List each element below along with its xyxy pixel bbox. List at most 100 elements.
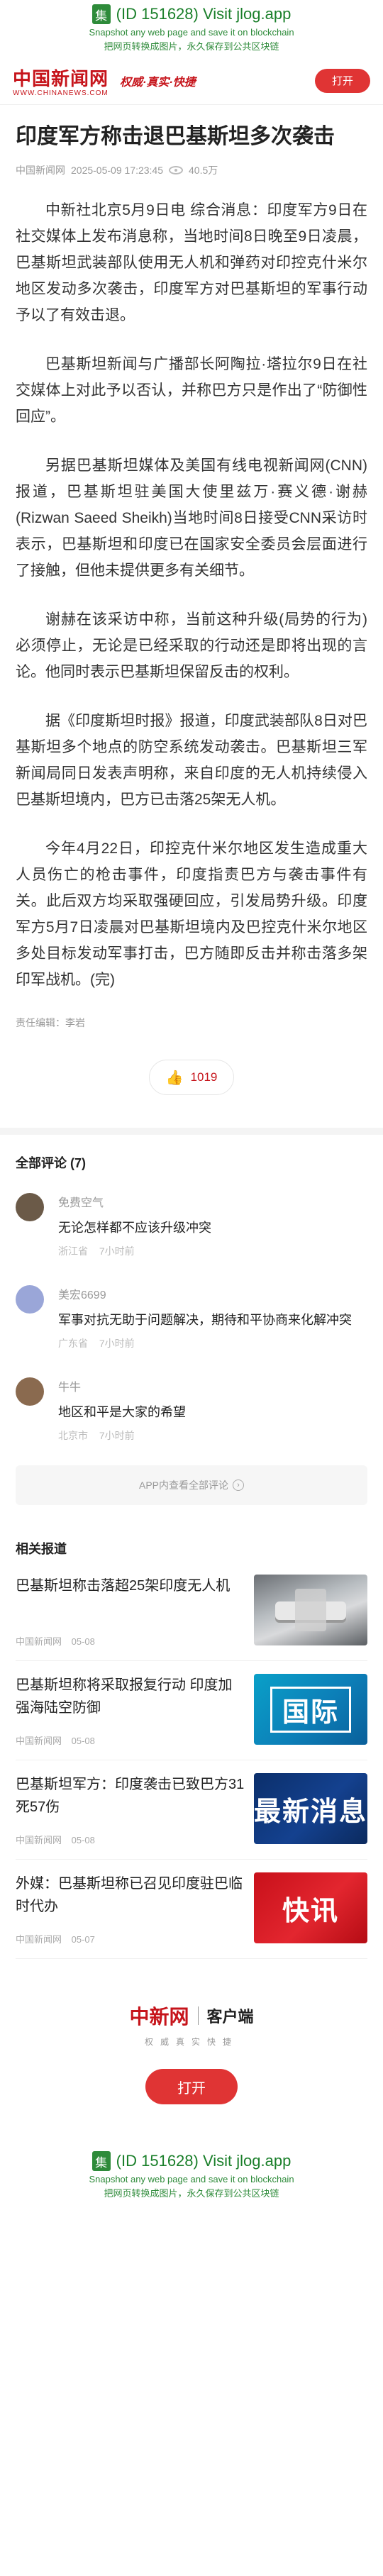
comments-section: 全部评论 (7) 免费空气 无论怎样都不应该升级冲突 浙江省 7小时前 美宏66…	[0, 1135, 383, 1505]
site-header: 中国新闻网 WWW.CHINANEWS.COM 权威·真实·快捷 打开	[0, 57, 383, 105]
related-item-meta: 中国新闻网 05-08	[16, 1733, 245, 1747]
thumbs-up-icon: 👍	[165, 1070, 184, 1086]
related-item-title[interactable]: 巴基斯坦称击落超25架印度无人机	[16, 1575, 245, 1597]
related-item-text: 外媒：巴基斯坦称已召见印度驻巴临时代办 中国新闻网 05-07	[16, 1872, 254, 1945]
comment-item: 美宏6699 军事对抗无助于问题解决，期待和平协商来化解冲突 广东省 7小时前	[16, 1274, 367, 1366]
section-separator	[0, 1128, 383, 1135]
article-meta: 中国新闻网 2025-05-09 17:23:45 40.5万	[16, 163, 367, 177]
site-slogan: 权威·真实·快捷	[120, 76, 196, 89]
related-item-meta: 中国新闻网 05-08	[16, 1833, 245, 1846]
related-item[interactable]: 巴基斯坦称击落超25架印度无人机 中国新闻网 05-08	[16, 1562, 367, 1661]
related-item-date: 05-08	[71, 1636, 95, 1647]
related-item-thumbnail[interactable]: 快讯	[254, 1872, 367, 1943]
related-item[interactable]: 外媒：巴基斯坦称已召见印度驻巴临时代办 中国新闻网 05-07 快讯	[16, 1860, 367, 1959]
like-count: 1019	[190, 1070, 218, 1084]
comment-text: 无论怎样都不应该升级冲突	[58, 1221, 211, 1235]
comment-item: 牛牛 地区和平是大家的希望 北京市 7小时前	[16, 1366, 367, 1458]
avatar[interactable]	[16, 1193, 44, 1221]
related-item-text: 巴基斯坦称击落超25架印度无人机 中国新闻网 05-08	[16, 1575, 254, 1648]
related-item-thumbnail[interactable]: 最新消息	[254, 1773, 367, 1844]
jlog-subtitle-cn: 把网页转换成图片，永久保存到公共区块链	[104, 2188, 279, 2199]
article-body: 中新社北京5月9日电 综合消息：印度军方9日在社交媒体上发布消息称，当地时间8日…	[16, 197, 367, 993]
related-item-text: 巴基斯坦称将采取报复行动 印度加强海陆空防御 中国新闻网 05-08	[16, 1674, 254, 1747]
view-all-comments-label: APP内查看全部评论	[138, 1479, 228, 1491]
comment-meta: 浙江省 7小时前	[58, 1244, 367, 1258]
comment-author[interactable]: 牛牛	[58, 1377, 367, 1394]
comment-location: 广东省	[58, 1338, 88, 1349]
comment-author[interactable]: 美宏6699	[58, 1285, 367, 1302]
site-logo-url: WWW.CHINANEWS.COM	[13, 89, 109, 97]
article-views: 40.5万	[189, 165, 218, 176]
avatar[interactable]	[16, 1377, 44, 1406]
article: 印度军方称击退巴基斯坦多次袭击 中国新闻网 2025-05-09 17:23:4…	[0, 105, 383, 1095]
article-paragraph: 谢赫在该采访中称，当前这种升级(局势的行为)必须停止，无论是已经采取的行动还是即…	[16, 611, 367, 680]
footer-logo: 中新网 客户端	[0, 2002, 383, 2030]
comment-body: 免费空气 无论怎样都不应该升级冲突 浙江省 7小时前	[58, 1193, 367, 1258]
jlog-title-row: 集 (ID 151628) Visit jlog.app	[0, 2151, 383, 2171]
comment-meta: 北京市 7小时前	[58, 1428, 367, 1443]
article-source: 中国新闻网	[16, 165, 65, 176]
site-logo-text: 中国新闻网	[13, 68, 109, 90]
comment-location: 浙江省	[58, 1245, 88, 1257]
related-item-date: 05-08	[71, 1835, 95, 1845]
jlog-banner-bottom[interactable]: 集 (ID 151628) Visit jlog.app Snapshot an…	[0, 2147, 383, 2204]
jlog-subtitle-en: Snapshot any web page and save it on blo…	[89, 2174, 294, 2184]
related-item-title[interactable]: 巴基斯坦称将采取报复行动 印度加强海陆空防御	[16, 1674, 245, 1719]
jlog-logo-icon: 集	[91, 2151, 111, 2171]
view-all-comments-button[interactable]: APP内查看全部评论 ›	[16, 1465, 367, 1505]
comment-location: 北京市	[58, 1430, 88, 1441]
article-paragraph: 中新社北京5月9日电 综合消息：印度军方9日在社交媒体上发布消息称，当地时间8日…	[16, 202, 367, 323]
avatar[interactable]	[16, 1285, 44, 1314]
related-section: 相关报道 巴基斯坦称击落超25架印度无人机 中国新闻网 05-08 巴基斯坦称将…	[0, 1526, 383, 1959]
article-paragraph: 据《印度斯坦时报》报道，印度武装部队8日对巴基斯坦多个地点的防空系统发动袭击。巴…	[16, 713, 367, 808]
article-editor: 责任编辑：李岩	[16, 1017, 85, 1028]
jlog-subtitle-en: Snapshot any web page and save it on blo…	[89, 27, 294, 38]
comments-title: 全部评论 (7)	[16, 1156, 86, 1170]
like-area: 👍 1019	[16, 1060, 367, 1095]
article-paragraph: 今年4月22日，印控克什米尔地区发生造成重大人员伤亡的枪击事件，印度指责巴方与袭…	[16, 840, 367, 988]
related-item-text: 巴基斯坦军方：印度袭击已致巴方31死57伤 中国新闻网 05-08	[16, 1773, 254, 1846]
related-item-source: 中国新闻网	[16, 1636, 62, 1647]
comment-time: 7小时前	[99, 1245, 135, 1257]
related-item-thumbnail[interactable]: 国际	[254, 1674, 367, 1745]
article-paragraph: 巴基斯坦新闻与广播部长阿陶拉·塔拉尔9日在社交媒体上对此予以否认，并称巴方只是作…	[16, 356, 367, 425]
open-app-button-top[interactable]: 打开	[315, 68, 370, 93]
related-title: 相关报道	[16, 1542, 67, 1556]
jlog-title[interactable]: (ID 151628) Visit jlog.app	[116, 5, 292, 23]
article-datetime: 2025-05-09 17:23:45	[71, 165, 163, 176]
related-item-meta: 中国新闻网 05-07	[16, 1932, 245, 1945]
footer-client-label: 客户端	[206, 2008, 254, 2026]
like-button[interactable]: 👍 1019	[149, 1060, 234, 1095]
article-title: 印度军方称击退巴基斯坦多次袭击	[16, 125, 335, 148]
jlog-banner-top[interactable]: 集 (ID 151628) Visit jlog.app Snapshot an…	[0, 0, 383, 57]
thumbnail-label: 国际	[270, 1686, 351, 1733]
open-app-button-footer[interactable]: 打开	[145, 2069, 238, 2104]
comment-time: 7小时前	[99, 1430, 135, 1441]
jlog-logo-icon: 集	[91, 4, 111, 24]
article-paragraph: 另据巴基斯坦媒体及美国有线电视新闻网(CNN)报道，巴基斯坦驻美国大使里兹万·赛…	[16, 457, 367, 579]
eye-icon	[169, 166, 183, 174]
jlog-title[interactable]: (ID 151628) Visit jlog.app	[116, 2152, 292, 2170]
footer-slogan: 权威真实快捷	[144, 2037, 238, 2047]
comment-author[interactable]: 免费空气	[58, 1193, 367, 1210]
comment-text: 地区和平是大家的希望	[58, 1405, 186, 1419]
related-item[interactable]: 巴基斯坦称将采取报复行动 印度加强海陆空防御 中国新闻网 05-08 国际	[16, 1661, 367, 1760]
related-item-meta: 中国新闻网 05-08	[16, 1634, 245, 1648]
comment-text: 军事对抗无助于问题解决，期待和平协商来化解冲突	[58, 1313, 352, 1327]
comment-body: 牛牛 地区和平是大家的希望 北京市 7小时前	[58, 1377, 367, 1443]
related-item-date: 05-07	[71, 1934, 95, 1945]
comment-item: 免费空气 无论怎样都不应该升级冲突 浙江省 7小时前	[16, 1182, 367, 1274]
thumbnail-label: 快讯	[282, 1896, 339, 1926]
thumbnail-label: 最新消息	[254, 1797, 367, 1827]
related-item-source: 中国新闻网	[16, 1736, 62, 1746]
site-logo[interactable]: 中国新闻网 WWW.CHINANEWS.COM	[13, 65, 109, 97]
related-item-title[interactable]: 巴基斯坦军方：印度袭击已致巴方31死57伤	[16, 1773, 245, 1819]
jlog-subtitle-cn: 把网页转换成图片，永久保存到公共区块链	[104, 41, 279, 52]
footer-divider	[197, 2006, 199, 2025]
related-item-thumbnail[interactable]	[254, 1575, 367, 1645]
jlog-title-row: 集 (ID 151628) Visit jlog.app	[0, 4, 383, 24]
comment-meta: 广东省 7小时前	[58, 1336, 367, 1350]
related-item-title[interactable]: 外媒：巴基斯坦称已召见印度驻巴临时代办	[16, 1872, 245, 1918]
related-item-source: 中国新闻网	[16, 1934, 62, 1945]
related-item[interactable]: 巴基斯坦军方：印度袭击已致巴方31死57伤 中国新闻网 05-08 最新消息	[16, 1760, 367, 1860]
